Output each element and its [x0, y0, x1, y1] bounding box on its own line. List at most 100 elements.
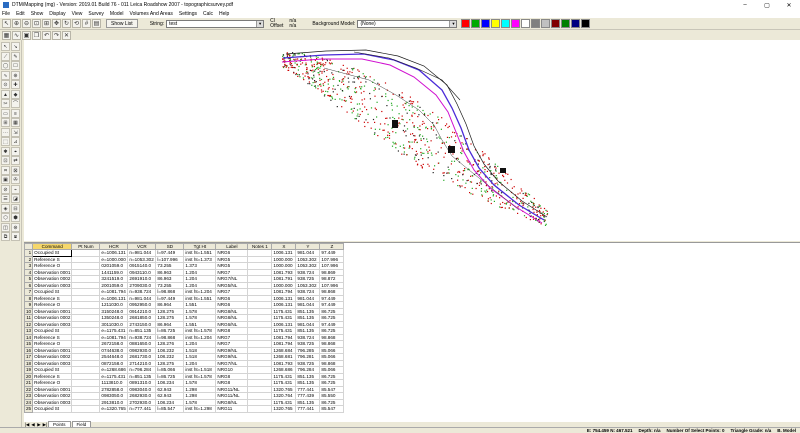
table-cell[interactable]: Observation 0001: [32, 307, 73, 315]
table-cell[interactable]: e=1320.765: [99, 405, 129, 413]
table-cell[interactable]: 1081.794: [271, 333, 297, 341]
table-cell[interactable]: e=1000.000: [99, 255, 129, 263]
tool-icon[interactable]: ☐: [11, 61, 20, 70]
tool-icon[interactable]: ⬚: [1, 137, 10, 146]
pan-icon[interactable]: ✥: [52, 19, 61, 28]
table-cell[interactable]: 1053.302: [295, 281, 321, 289]
table-cell[interactable]: 1081.791: [271, 275, 297, 283]
table-cell[interactable]: 1268.684: [271, 346, 297, 354]
table-cell[interactable]: 1000.000: [271, 262, 297, 270]
menu-edit[interactable]: Edit: [16, 11, 25, 17]
tool-icon[interactable]: ⊕: [11, 70, 20, 80]
menu-help[interactable]: Help: [219, 11, 229, 17]
tool-icon[interactable]: ▲: [1, 89, 10, 99]
copy-icon[interactable]: ❐: [32, 30, 41, 40]
tool-icon[interactable]: ≡: [11, 108, 20, 118]
table-cell[interactable]: l=85.547: [155, 405, 185, 413]
save-icon[interactable]: ▣: [22, 30, 31, 40]
tool-icon[interactable]: ◪: [11, 194, 20, 203]
tool-icon[interactable]: ⌖: [11, 146, 20, 156]
table-cell[interactable]: 1006.131: [271, 301, 297, 309]
grid-icon[interactable]: #: [82, 19, 91, 28]
tool-icon[interactable]: ⟋: [1, 51, 10, 61]
table-cell[interactable]: inst ht=1.373: [183, 255, 217, 263]
minimize-button[interactable]: –: [734, 2, 756, 8]
tool-icon[interactable]: ⌗: [1, 165, 10, 175]
table-cell[interactable]: 85.547: [319, 405, 345, 413]
zoom-extents-icon[interactable]: ⊞: [42, 19, 51, 28]
color-swatch[interactable]: [551, 19, 561, 28]
layer-icon[interactable]: ▦: [2, 30, 11, 40]
table-cell[interactable]: inst ht=1.578: [183, 372, 217, 380]
tool-icon[interactable]: ↘: [11, 42, 20, 51]
tool-icon[interactable]: ⊛: [11, 222, 20, 232]
table-cell[interactable]: Observation 0001: [32, 346, 73, 354]
table-cell[interactable]: Occupied St: [32, 405, 73, 413]
table-cell[interactable]: 1320.765: [271, 405, 297, 413]
tool-icon[interactable]: ⊘: [1, 184, 10, 194]
rotate-icon[interactable]: ⟲: [72, 19, 81, 28]
tool-icon[interactable]: ⧈: [11, 232, 20, 241]
color-swatch[interactable]: [491, 19, 501, 28]
drawing-canvas[interactable]: [24, 40, 800, 241]
table-cell[interactable]: inst ht=1.578: [183, 327, 217, 335]
color-swatch[interactable]: [471, 19, 481, 28]
tool-icon[interactable]: ⇄: [11, 156, 20, 165]
tool-icon[interactable]: ⊙: [1, 80, 10, 89]
color-swatch[interactable]: [511, 19, 521, 28]
table-cell[interactable]: Observation 0001: [32, 385, 73, 393]
tool-icon[interactable]: ⬡: [1, 213, 10, 222]
table-cell[interactable]: e=1006.131: [99, 294, 129, 302]
color-swatch[interactable]: [461, 19, 471, 28]
close-button[interactable]: ✕: [778, 2, 800, 9]
table-cell[interactable]: Observation 0002: [32, 275, 73, 283]
tool-icon[interactable]: ✇: [11, 175, 20, 184]
menu-settings[interactable]: Settings: [179, 11, 197, 17]
tool-icon[interactable]: ⌁: [11, 184, 20, 194]
tool-icon[interactable]: ◆: [11, 89, 20, 99]
zoom-in-icon[interactable]: ⊕: [12, 19, 21, 28]
pointer-icon[interactable]: ↖: [2, 19, 11, 28]
tool-icon[interactable]: ↖: [1, 42, 10, 51]
menu-calc[interactable]: Calc: [203, 11, 213, 17]
color-swatch[interactable]: [481, 19, 491, 28]
menu-view[interactable]: View: [72, 11, 83, 17]
maximize-button[interactable]: ▢: [756, 2, 778, 9]
table-cell[interactable]: 1081.793: [271, 359, 297, 367]
color-swatch[interactable]: [561, 19, 571, 28]
tool-icon[interactable]: ⊿: [11, 137, 20, 146]
table-cell[interactable]: 1006.131: [271, 320, 297, 328]
table-cell[interactable]: 1000.000: [271, 281, 297, 289]
table-cell[interactable]: 1053.302: [295, 255, 321, 263]
table-cell[interactable]: Observation 0003: [32, 359, 73, 367]
table-cell[interactable]: 777.441: [295, 405, 321, 413]
table-cell[interactable]: NRG11: [215, 405, 249, 413]
tool-icon[interactable]: ◫: [1, 222, 10, 232]
tool-icon[interactable]: ⊟: [11, 203, 20, 213]
tool-icon[interactable]: ⬢: [11, 213, 20, 222]
tool-icon[interactable]: ⊡: [1, 156, 10, 165]
table-cell[interactable]: Observation 0002: [32, 314, 73, 322]
table-cell[interactable]: inst ht=1.204: [183, 333, 217, 341]
tool-icon[interactable]: ⧉: [1, 232, 10, 241]
table-cell[interactable]: 1000.000: [271, 255, 297, 263]
table-cell[interactable]: e=1175.431: [99, 372, 129, 380]
tool-icon[interactable]: ◈: [1, 203, 10, 213]
tool-icon[interactable]: ∿: [1, 70, 10, 80]
table-cell[interactable]: 1320.765: [271, 385, 297, 393]
zoom-window-icon[interactable]: ⊡: [32, 19, 41, 28]
table-cell[interactable]: n=1053.302: [127, 255, 157, 263]
table-cell[interactable]: Observation 0001: [32, 268, 73, 276]
color-swatch[interactable]: [501, 19, 511, 28]
delete-icon[interactable]: ✕: [62, 30, 71, 40]
show-list-button[interactable]: Show List: [106, 19, 138, 28]
table-cell[interactable]: 1006.131: [271, 249, 297, 257]
menu-survey[interactable]: Survey: [88, 11, 104, 17]
table-cell[interactable]: e=1006.131: [99, 249, 129, 257]
print-icon[interactable]: ▤: [92, 19, 101, 28]
tool-icon[interactable]: ◯: [1, 61, 10, 70]
table-cell[interactable]: 1006.131: [271, 294, 297, 302]
menu-volumes[interactable]: Volumes And Areas: [130, 11, 173, 17]
table-cell[interactable]: [247, 405, 273, 413]
zoom-out-icon[interactable]: ⊖: [22, 19, 31, 28]
